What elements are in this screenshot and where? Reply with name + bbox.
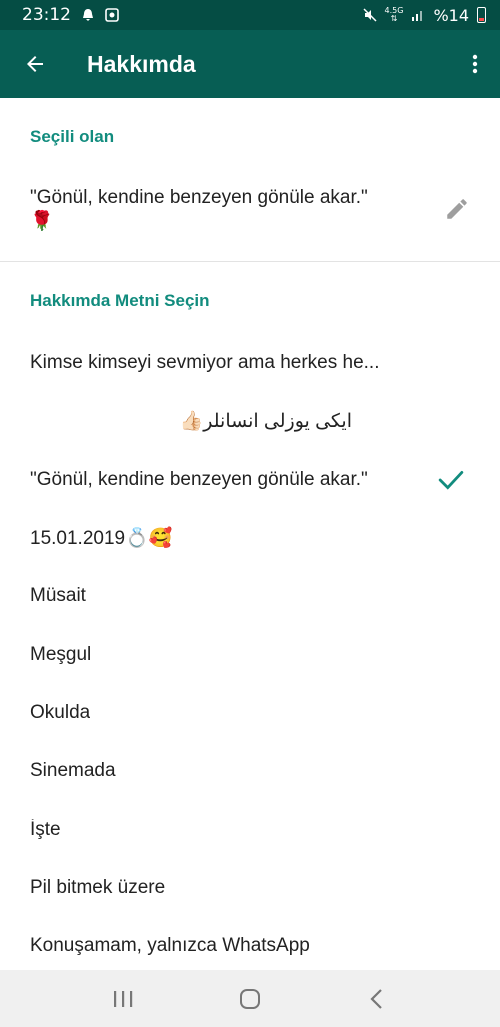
list-item-label: Pil bitmek üzere (30, 876, 166, 898)
list-item-label: 15.01.2019💍🥰 (30, 528, 173, 550)
list-item[interactable]: İşte (0, 800, 500, 858)
list-item[interactable]: Kimse kimseyi sevmiyor ama herkes he... (0, 334, 500, 392)
list-item-selected[interactable]: "Gönül, kendine benzeyen gönüle akar." (0, 451, 500, 509)
list-item-label: Sinemada (30, 760, 116, 782)
list-item-label: Kimse kimseyi sevmiyor ama herkes he... (30, 352, 380, 374)
status-time: 23:12 (22, 5, 71, 25)
status-left: 23:12 (22, 5, 119, 25)
current-section-header: Seçili olan (30, 127, 115, 146)
gallery-icon (105, 8, 119, 22)
battery-percent: %14 (433, 5, 469, 25)
home-icon (239, 988, 260, 1009)
list-item-label: Müsait (30, 585, 86, 607)
status-bar: 23:12 4.5G ⇅ %14 (0, 0, 500, 30)
battery-icon (477, 7, 486, 23)
list-item-label: İşte (30, 818, 61, 840)
current-about-text: "Gönül, kendine benzeyen gönüle akar." 🌹 (30, 186, 430, 234)
list-item[interactable]: Konuşamam, yalnızca WhatsApp (0, 917, 500, 975)
notification-icon (83, 9, 93, 21)
status-right: 4.5G ⇅ %14 (362, 5, 486, 25)
list-item-label: "Gönül, kendine benzeyen gönüle akar." (30, 468, 368, 490)
list-item[interactable]: Okulda (0, 684, 500, 742)
about-options-list: Kimse kimseyi sevmiyor ama herkes he... … (0, 334, 500, 975)
section-divider (0, 261, 500, 262)
page-title: Hakkımda (87, 50, 196, 77)
list-item-label: Meşgul (30, 643, 92, 665)
back-nav-button[interactable] (347, 970, 407, 1027)
more-vert-icon (472, 54, 478, 74)
current-about-row[interactable]: "Gönül, kendine benzeyen gönüle akar." 🌹 (0, 168, 500, 248)
recents-icon (114, 990, 133, 1007)
chevron-left-icon (370, 988, 382, 1009)
checkmark-icon (438, 470, 464, 490)
system-nav-bar (0, 970, 500, 1027)
arrow-back-icon (27, 56, 43, 72)
data-arrows-icon: ⇅ (390, 14, 398, 23)
list-item-label: Konuşamam, yalnızca WhatsApp (30, 935, 310, 957)
home-button[interactable] (220, 970, 280, 1027)
list-item[interactable]: Meşgul (0, 625, 500, 683)
more-options-button[interactable] (450, 30, 500, 98)
pencil-icon[interactable] (444, 196, 470, 222)
mute-icon (362, 8, 377, 22)
current-about-quote: "Gönül, kendine benzeyen gönüle akar." (30, 187, 368, 208)
signal-icon (412, 11, 423, 21)
list-item[interactable]: Pil bitmek üzere (0, 859, 500, 917)
list-item[interactable]: ايكى يوزلى انسانلر👍🏻 (0, 392, 500, 450)
network-indicator: 4.5G ⇅ (385, 7, 404, 23)
rose-emoji: 🌹 (30, 211, 54, 232)
list-item[interactable]: 15.01.2019💍🥰 (0, 509, 500, 567)
list-item[interactable]: Sinemada (0, 742, 500, 800)
recents-button[interactable] (93, 970, 153, 1027)
back-button[interactable] (0, 30, 70, 98)
list-item-label: Okulda (30, 701, 91, 723)
choose-section-header: Hakkımda Metni Seçin (30, 291, 210, 310)
list-item-label: ايكى يوزلى انسانلر👍🏻 (179, 411, 352, 433)
list-item[interactable]: Müsait (0, 567, 500, 625)
app-bar: Hakkımda (0, 30, 500, 98)
